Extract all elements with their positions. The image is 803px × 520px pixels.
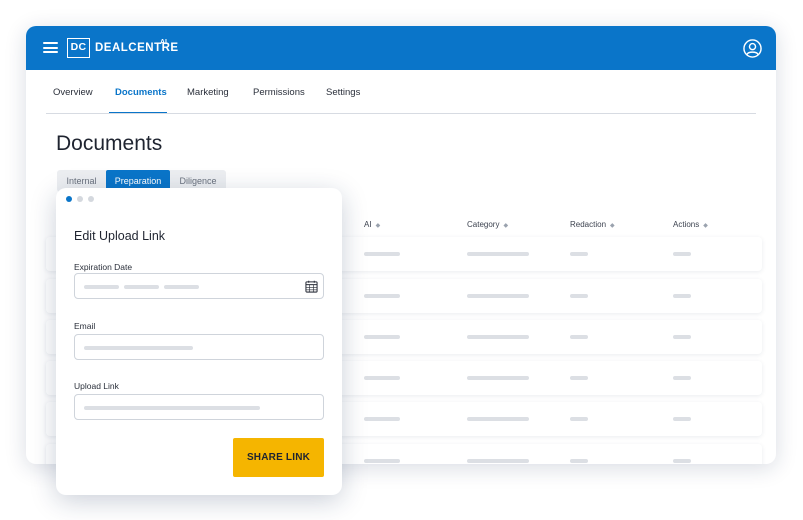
logo-mark: DC — [67, 38, 90, 58]
tab-overview[interactable]: Overview — [53, 87, 93, 98]
placeholder-bar — [570, 252, 588, 256]
tab-permissions[interactable]: Permissions — [253, 87, 305, 98]
placeholder-bar — [124, 285, 159, 289]
placeholder-bar — [364, 459, 400, 463]
email-label: Email — [74, 321, 96, 331]
placeholder-bar — [467, 417, 529, 421]
page-title: Documents — [56, 132, 163, 155]
step-dot — [77, 196, 83, 202]
placeholder-bar — [467, 252, 529, 256]
step-dot — [66, 196, 72, 202]
placeholder-bar — [467, 376, 529, 380]
placeholder-bar — [467, 459, 529, 463]
expiration-date-label: Expiration Date — [74, 262, 133, 272]
placeholder-bar — [673, 376, 691, 380]
sort-icon: ◆ — [375, 223, 381, 229]
placeholder-bar — [364, 417, 400, 421]
top-bar: DC DEALCENTRE AI — [26, 26, 776, 70]
share-link-button[interactable]: SHARE LINK — [233, 438, 324, 477]
placeholder-bar — [164, 285, 199, 289]
placeholder-bar — [570, 459, 588, 463]
placeholder-bar — [364, 376, 400, 380]
placeholder-bar — [570, 294, 588, 298]
placeholder-bar — [673, 252, 691, 256]
placeholder-bar — [673, 335, 691, 339]
edit-upload-link-modal: Edit Upload Link Expiration Date Email U… — [56, 188, 342, 495]
placeholder-bar — [364, 252, 400, 256]
expiration-date-field[interactable] — [74, 273, 324, 299]
placeholder-bar — [467, 294, 529, 298]
column-header-category[interactable]: Category ◆ — [467, 220, 508, 229]
placeholder-bar — [84, 285, 119, 289]
placeholder-bar — [570, 376, 588, 380]
tab-documents[interactable]: Documents — [115, 87, 167, 98]
upload-link-field[interactable] — [74, 394, 324, 420]
hamburger-icon[interactable] — [43, 42, 58, 53]
email-field[interactable] — [74, 334, 324, 360]
sort-icon: ◆ — [610, 223, 615, 229]
sort-icon: ◆ — [703, 223, 708, 229]
column-header-ai[interactable]: AI ◆ — [364, 220, 380, 229]
modal-title: Edit Upload Link — [74, 229, 166, 243]
placeholder-bar — [673, 417, 691, 421]
tab-settings[interactable]: Settings — [326, 87, 360, 98]
nav-divider — [46, 113, 756, 114]
placeholder-bar — [673, 459, 691, 463]
tab-marketing[interactable]: Marketing — [187, 87, 229, 98]
step-dot — [88, 196, 94, 202]
calendar-icon[interactable] — [305, 280, 318, 293]
placeholder-bar — [84, 406, 260, 410]
upload-link-label: Upload Link — [74, 381, 119, 391]
column-header-redaction[interactable]: Redaction ◆ — [570, 220, 615, 229]
placeholder-bar — [364, 335, 400, 339]
placeholder-bar — [84, 346, 193, 350]
user-circle-icon[interactable] — [743, 39, 762, 58]
placeholder-bar — [467, 335, 529, 339]
logo-superscript: AI — [160, 39, 167, 46]
placeholder-bar — [364, 294, 400, 298]
sort-icon: ◆ — [503, 223, 509, 229]
nav-tabs: Overview Documents Marketing Permissions… — [26, 70, 776, 114]
placeholder-bar — [570, 335, 588, 339]
column-header-actions[interactable]: Actions ◆ — [673, 220, 708, 229]
placeholder-bar — [570, 417, 588, 421]
placeholder-bar — [673, 294, 691, 298]
